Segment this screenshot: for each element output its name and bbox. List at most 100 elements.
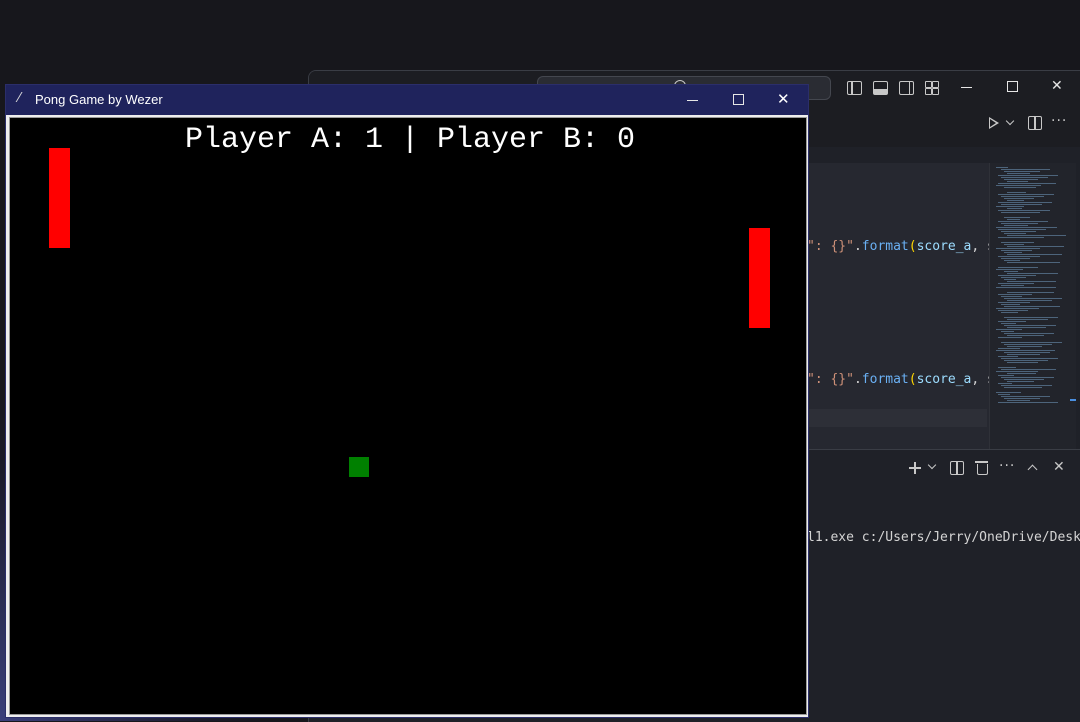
minimap-line [1004,225,1028,226]
code-function: format [861,239,909,254]
ball [349,457,369,477]
feather-icon: ⁄ [18,91,21,106]
minimap-line [1004,279,1016,280]
minimap-line [998,275,1036,276]
toggle-secondary-sidebar-icon[interactable] [899,81,914,95]
pong-titlebar[interactable]: ⁄ Pong Game by Wezer ✕ [6,85,808,115]
toggle-panel-icon[interactable] [873,81,888,95]
window-title: Pong Game by Wezer [35,92,163,107]
minimap-line [1007,246,1064,247]
minimap[interactable] [989,163,1076,449]
game-canvas[interactable]: Player A: 1 | Player B: 0 [9,117,807,715]
code-line: ": {}".format(score_a, s [807,372,995,387]
minimap-line [1004,260,1020,261]
minimap-line [1007,200,1024,201]
split-editor-icon[interactable] [1028,116,1042,130]
minimap-line [1001,212,1040,213]
minimap-line [998,267,1038,268]
minimap-line [1004,298,1062,299]
close-panel-icon[interactable]: ✕ [1053,460,1065,474]
minimap-line [1001,312,1018,313]
minimap-line [996,392,1021,393]
minimap-line [1007,262,1060,263]
minimap-line [1007,254,1062,255]
minimap-line [1001,169,1050,170]
minimap-line [1007,273,1058,274]
minimap-line [1004,198,1034,199]
minimap-line [998,302,1030,303]
minimap-line [1007,300,1052,301]
minimap-line [1001,358,1058,359]
minimap-line [1001,304,1020,305]
close-button[interactable]: ✕ [777,92,790,107]
minimap-line [1004,387,1042,388]
minimap-line [1001,369,1056,370]
new-terminal-icon[interactable] [909,462,921,474]
customize-layout-icon[interactable] [925,81,939,95]
minimap-line [996,167,1008,168]
maximize-panel-icon[interactable] [1027,464,1038,475]
minimap-line [1001,285,1024,286]
kill-terminal-icon[interactable] [975,461,988,475]
minimap-line [1004,244,1024,245]
paddle-b [749,228,770,328]
terminal-more-actions-icon[interactable]: ··· [999,458,1015,474]
minimap-line [1004,233,1026,234]
minimap-line [1007,292,1054,293]
minimap-line [998,367,1016,368]
run-python-file-icon[interactable] [989,117,999,129]
split-terminal-icon[interactable] [950,461,964,475]
minimap-line [1001,277,1026,278]
vscode-maximize-button[interactable] [1007,81,1018,92]
minimap-scroll-indicator [1070,399,1076,401]
minimap-line [996,269,1023,270]
minimap-line [1007,373,1036,374]
code-variable: score_a [916,372,972,387]
minimap-line [1004,325,1056,326]
maximize-button[interactable] [733,94,744,105]
minimap-line [998,402,1058,403]
minimap-line [998,221,1048,222]
minimap-line [1001,296,1022,297]
minimap-line [998,256,1040,257]
minimap-line [1004,333,1054,334]
minimap-line [998,202,1052,203]
minimap-line [1007,173,1030,174]
minimap-line [1004,360,1048,361]
paddle-a [49,148,70,248]
minimap-line [1004,171,1040,172]
minimap-line [996,206,1024,207]
minimize-button[interactable] [687,100,698,101]
terminal-profile-chevron-icon[interactable] [927,460,937,470]
minimap-line [998,383,1012,384]
scoreboard: Player A: 1 | Player B: 0 [184,123,636,157]
minimap-line [1004,379,1044,380]
minimap-line [1004,306,1060,307]
vscode-minimize-button[interactable] [961,87,972,88]
minimap-line [998,194,1054,195]
minimap-line [1007,381,1034,382]
minimap-line [1001,396,1050,397]
toggle-primary-sidebar-icon[interactable] [847,81,862,95]
minimap-line [1001,177,1048,178]
minimap-line [1001,231,1036,232]
minimap-line [998,348,1020,349]
code-paren: ( [908,372,917,387]
minimap-line [998,175,1058,176]
minimap-line [1007,346,1042,347]
minimap-line [996,287,1056,288]
more-actions-icon[interactable]: ··· [1051,113,1067,129]
run-options-chevron-icon[interactable] [1005,116,1015,126]
minimap-line [1004,271,1018,272]
minimap-line [996,227,1057,228]
minimap-line [1001,323,1016,324]
vscode-close-button[interactable]: ✕ [1051,79,1063,93]
minimap-line [1004,187,1036,188]
minimap-line [998,283,1034,284]
minimap-line [1007,235,1066,236]
code-string: ": {}" [807,239,854,254]
minimap-line [1001,258,1030,259]
minimap-line [998,229,1046,230]
minimap-line [996,329,1022,330]
minimap-line [1001,242,1034,243]
